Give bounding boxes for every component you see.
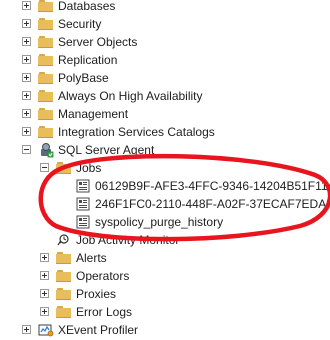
folder-icon (38, 54, 54, 66)
tree-node-label: Management (58, 107, 129, 121)
folder-icon (38, 72, 54, 84)
tree-node-proxies[interactable]: Proxies (0, 285, 330, 303)
expand-icon[interactable] (22, 127, 31, 136)
folder-icon (38, 18, 54, 30)
tree-node-job[interactable]: 246F1FC0-2110-448F-A02F-37ECAF7EDAFD (0, 195, 330, 213)
tree-node-security[interactable]: Security (0, 15, 330, 33)
tree-node-label: SQL Server Agent (58, 143, 155, 157)
tree-node-job[interactable]: syspolicy_purge_history (0, 213, 330, 231)
folder-icon (38, 36, 54, 48)
expand-icon[interactable] (40, 307, 49, 316)
expand-icon[interactable] (40, 253, 49, 262)
job-icon (76, 215, 90, 229)
expand-icon[interactable] (22, 1, 31, 10)
tree-node-label: Integration Services Catalogs (58, 125, 215, 139)
folder-icon (38, 0, 54, 12)
tree-node-job-activity-monitor[interactable]: Job Activity Monitor (0, 231, 330, 249)
folder-icon (56, 288, 72, 300)
job-icon (76, 197, 90, 211)
tree-node-label: Always On High Availability (58, 89, 203, 103)
tree-node-job[interactable]: 06129B9F-AFE3-4FFC-9346-14204B51F11A (0, 177, 330, 195)
tree-node-label: Job Activity Monitor (76, 233, 180, 247)
expand-icon[interactable] (22, 91, 31, 100)
tree-node-label: Server Objects (58, 35, 138, 49)
tree-node-label: Error Logs (76, 305, 133, 319)
folder-icon (38, 90, 54, 102)
tree-node-management[interactable]: Management (0, 105, 330, 123)
tree-node-alerts[interactable]: Alerts (0, 249, 330, 267)
folder-icon (56, 270, 72, 282)
folder-icon (56, 162, 72, 174)
tree-node-always-on[interactable]: Always On High Availability (0, 87, 330, 105)
expand-icon[interactable] (22, 55, 31, 64)
tree-node-server-objects[interactable]: Server Objects (0, 33, 330, 51)
tree-node-databases[interactable]: Databases (0, 0, 330, 15)
tree-node-label: 06129B9F-AFE3-4FFC-9346-14204B51F11A (95, 179, 330, 193)
tree-node-label: Replication (58, 53, 118, 67)
expand-icon[interactable] (22, 325, 31, 334)
object-explorer-tree: Databases Security Server Objects Replic… (0, 0, 330, 339)
collapse-icon[interactable] (40, 163, 49, 172)
tree-node-label: Proxies (76, 287, 117, 301)
job-icon (76, 179, 90, 193)
xevent-profiler-icon (38, 323, 54, 337)
tree-node-label: Databases (58, 0, 116, 13)
expand-icon[interactable] (22, 37, 31, 46)
tree-node-label: Security (58, 17, 102, 31)
expand-icon[interactable] (40, 271, 49, 280)
collapse-icon[interactable] (22, 145, 31, 154)
tree-node-polybase[interactable]: PolyBase (0, 69, 330, 87)
sql-agent-icon (38, 142, 54, 158)
tree-node-label: XEvent Profiler (58, 323, 139, 337)
tree-node-error-logs[interactable]: Error Logs (0, 303, 330, 321)
tree-node-sql-server-agent[interactable]: SQL Server Agent (0, 141, 330, 159)
expand-icon[interactable] (22, 73, 31, 82)
tree-node-xevent-profiler[interactable]: XEvent Profiler (0, 321, 330, 339)
tree-node-label: Operators (76, 269, 130, 283)
tree-node-jobs[interactable]: Jobs (0, 159, 330, 177)
folder-icon (38, 126, 54, 138)
expand-icon[interactable] (22, 109, 31, 118)
tree-node-label: Alerts (76, 251, 107, 265)
tree-node-replication[interactable]: Replication (0, 51, 330, 69)
tree-node-label: PolyBase (58, 71, 109, 85)
tree-node-label: Jobs (76, 161, 102, 175)
expand-icon[interactable] (22, 19, 31, 28)
tree-node-label: syspolicy_purge_history (95, 215, 224, 229)
folder-icon (56, 252, 72, 264)
tree-node-operators[interactable]: Operators (0, 267, 330, 285)
expand-icon[interactable] (40, 289, 49, 298)
activity-monitor-icon (56, 233, 72, 247)
tree-node-integration-services[interactable]: Integration Services Catalogs (0, 123, 330, 141)
folder-icon (56, 306, 72, 318)
folder-icon (38, 108, 54, 120)
tree-node-label: 246F1FC0-2110-448F-A02F-37ECAF7EDAFD (95, 197, 330, 211)
